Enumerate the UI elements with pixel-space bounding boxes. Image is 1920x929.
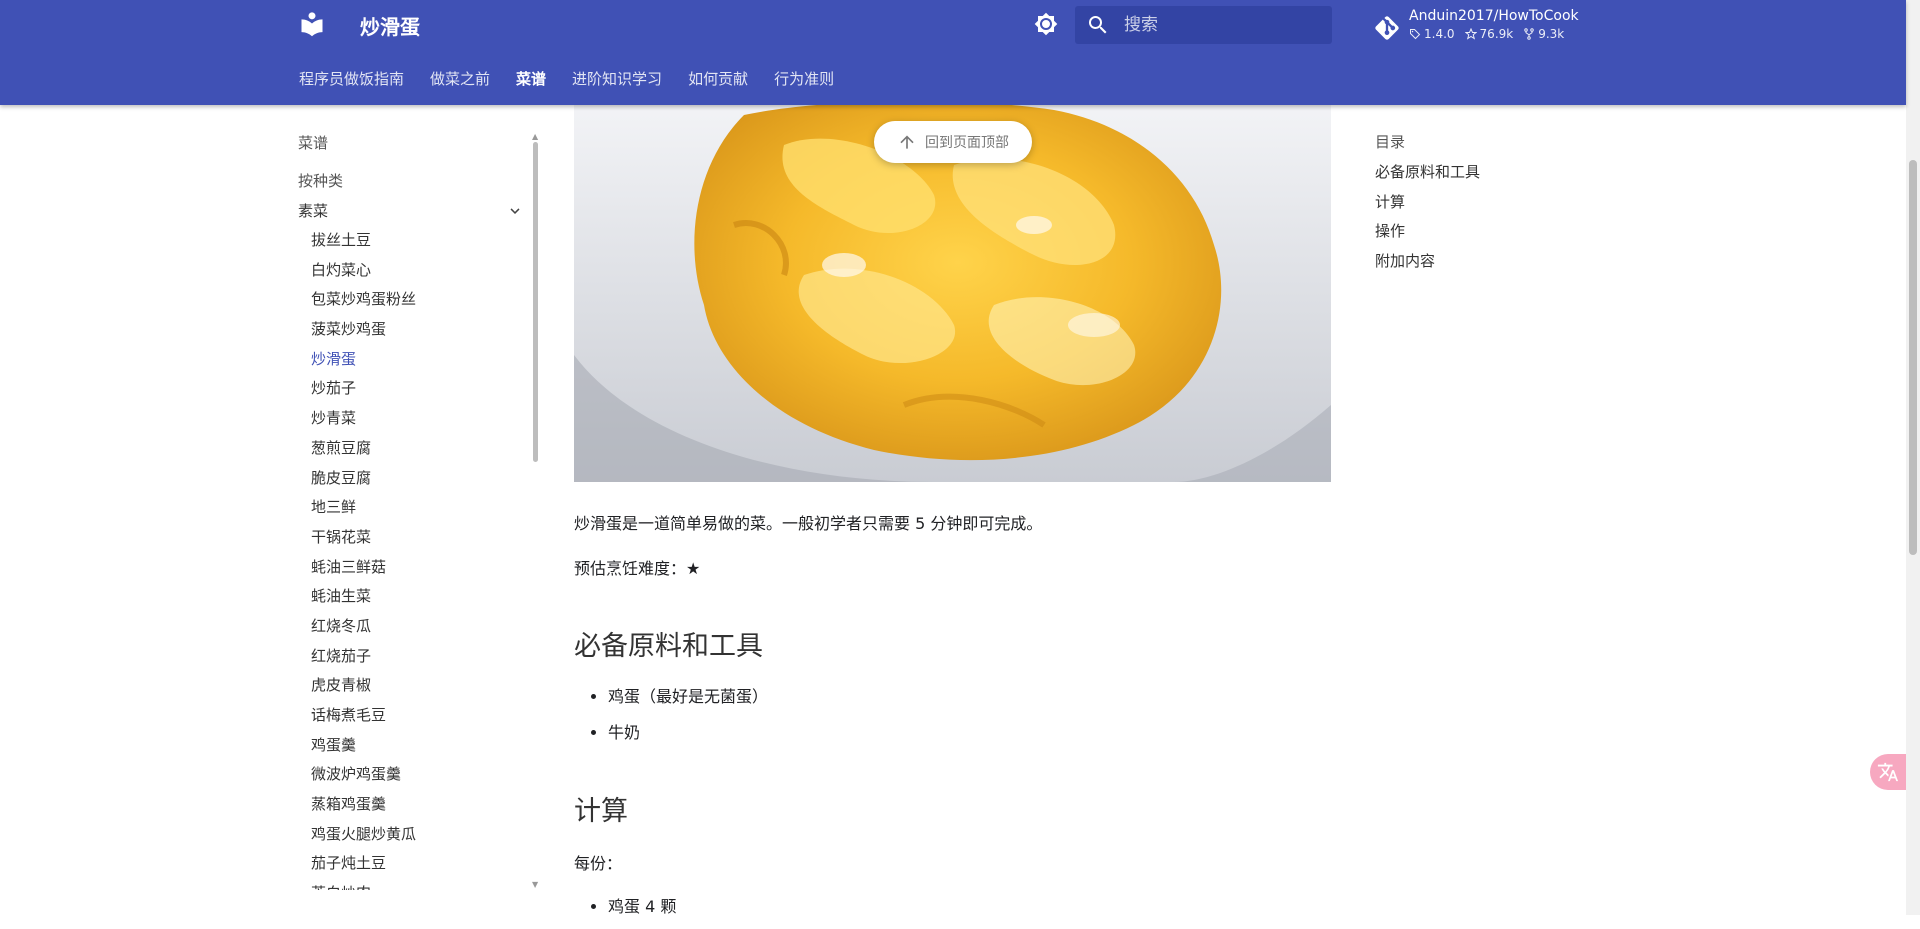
difficulty-paragraph: 预估烹饪难度：★	[574, 559, 701, 578]
repo-link[interactable]: Anduin2017/HowToCook 1.4.0 76.9k 9.3k	[1373, 6, 1579, 42]
sidebar-items: 拔丝土豆 白灼菜心 包菜炒鸡蛋粉丝 菠菜炒鸡蛋 炒滑蛋 炒茄子 炒青菜 葱煎豆腐 脆皮豆腐 地三鲜…	[311, 229, 416, 890]
sidebar-item[interactable]: 红烧茄子	[311, 645, 416, 675]
repo-name: Anduin2017/HowToCook	[1409, 8, 1579, 24]
sidebar-item[interactable]: 鸡蛋羹	[311, 734, 416, 764]
top-tabs: 程序员做饭指南 做菜之前 菜谱 进阶知识学习 如何贡献 行为准则	[299, 68, 834, 89]
per-serving-label: 每份：	[574, 854, 623, 873]
sidebar-item[interactable]: 茭白炒肉	[311, 882, 416, 890]
brightness-toggle-icon[interactable]	[1034, 12, 1058, 36]
star-icon	[1464, 28, 1477, 40]
back-to-top-label: 回到页面顶部	[925, 135, 1009, 151]
tag-icon	[1410, 29, 1421, 40]
sidebar-item[interactable]: 红烧冬瓜	[311, 615, 416, 645]
toc-item-operation[interactable]: 操作	[1375, 220, 1480, 250]
repo-version: 1.4.0	[1409, 27, 1455, 41]
list-item: 鸡蛋（最好是无菌蛋）	[608, 683, 768, 719]
repo-stars-text: 76.9k	[1479, 27, 1514, 41]
sidebar-nav: 菜谱 按种类 素菜 拔丝土豆 白灼菜心 包菜炒鸡蛋粉丝 菠菜炒鸡蛋 炒滑蛋 炒茄子 炒青菜葱…	[297, 125, 547, 890]
toc-item-ingredients[interactable]: 必备原料和工具	[1375, 161, 1480, 191]
ingredients-list: 鸡蛋（最好是无菌蛋） 牛奶	[574, 683, 768, 755]
arrow-up-icon	[900, 135, 914, 149]
git-icon	[1375, 16, 1399, 40]
sidebar-scroll-up-icon[interactable]: ▲	[532, 132, 538, 141]
search-icon	[1089, 16, 1107, 34]
sidebar-item[interactable]: 蒸箱鸡蛋羹	[311, 793, 416, 823]
back-to-top-button[interactable]: 回到页面顶部	[874, 121, 1032, 163]
translate-icon	[1877, 762, 1899, 782]
sidebar-item[interactable]: 蚝油三鲜菇	[311, 556, 416, 586]
sidebar-item[interactable]: 炒滑蛋	[311, 348, 416, 378]
header-bar: 炒滑蛋 Anduin2017/HowToCook 1.4.0 76.9k	[0, 0, 1906, 105]
sidebar-title: 菜谱	[298, 134, 329, 152]
toc-item-extra[interactable]: 附加内容	[1375, 250, 1480, 280]
site-title: 炒滑蛋	[360, 15, 420, 39]
tab-advanced-learning[interactable]: 进阶知识学习	[572, 68, 662, 89]
sidebar-item[interactable]: 虎皮青椒	[311, 674, 416, 704]
book-logo-icon[interactable]	[298, 10, 326, 38]
sidebar-item[interactable]: 蚝油生菜	[311, 585, 416, 615]
page-scrollbar[interactable]	[1909, 160, 1917, 555]
calculation-list: 鸡蛋 4 颗	[574, 893, 676, 929]
tab-recipes[interactable]: 菜谱	[516, 68, 546, 89]
list-item: 鸡蛋 4 颗	[608, 893, 676, 929]
sidebar-item[interactable]: 菠菜炒鸡蛋	[311, 318, 416, 348]
repo-version-text: 1.4.0	[1424, 27, 1455, 41]
sidebar-scrollbar[interactable]	[533, 142, 538, 462]
sidebar-group-label: 素菜	[298, 202, 329, 220]
search-input[interactable]	[1122, 14, 1316, 36]
fork-icon	[1524, 28, 1534, 40]
sidebar-item[interactable]: 鸡蛋火腿炒黄瓜	[311, 823, 416, 853]
tab-code-of-conduct[interactable]: 行为准则	[774, 68, 834, 89]
sidebar-item[interactable]: 拔丝土豆	[311, 229, 416, 259]
sidebar-item[interactable]: 微波炉鸡蛋羹	[311, 763, 416, 793]
toc-title: 目录	[1375, 133, 1406, 151]
sidebar-item[interactable]: 白灼菜心	[311, 259, 416, 289]
sidebar-item[interactable]: 地三鲜	[311, 496, 416, 526]
sidebar-item[interactable]: 干锅花菜	[311, 526, 416, 556]
sidebar-item[interactable]: 炒青菜	[311, 407, 416, 437]
sidebar-section-by-type[interactable]: 按种类	[298, 170, 343, 191]
search-box[interactable]	[1075, 6, 1332, 44]
sidebar-item[interactable]: 脆皮豆腐	[311, 467, 416, 497]
tab-how-to-contribute[interactable]: 如何贡献	[688, 68, 748, 89]
sidebar-item[interactable]: 话梅煮毛豆	[311, 704, 416, 734]
ingredients-heading: 必备原料和工具	[574, 631, 763, 662]
sidebar-item[interactable]: 茄子炖土豆	[311, 852, 416, 882]
intro-paragraph: 炒滑蛋是一道简单易做的菜。一般初学者只需要 5 分钟即可完成。	[574, 514, 1043, 533]
sidebar-item[interactable]: 葱煎豆腐	[311, 437, 416, 467]
translate-button[interactable]	[1870, 754, 1906, 790]
list-item: 牛奶	[608, 719, 768, 755]
sidebar-item[interactable]: 炒茄子	[311, 377, 416, 407]
chevron-down-icon	[510, 207, 520, 214]
sidebar-group-vegetarian[interactable]: 素菜	[298, 200, 524, 221]
table-of-contents: 目录 必备原料和工具 计算 操作 附加内容	[1375, 131, 1480, 279]
calculation-heading: 计算	[574, 796, 628, 827]
sidebar-scroll-down-icon[interactable]: ▼	[532, 880, 538, 889]
repo-forks: 9.3k	[1523, 27, 1564, 41]
tab-programmer-cooking-guide[interactable]: 程序员做饭指南	[299, 68, 404, 89]
toc-item-calculation[interactable]: 计算	[1375, 191, 1480, 221]
repo-stars: 76.9k	[1464, 27, 1514, 41]
sidebar-item[interactable]: 包菜炒鸡蛋粉丝	[311, 288, 416, 318]
tab-before-cooking[interactable]: 做菜之前	[430, 68, 490, 89]
repo-forks-text: 9.3k	[1538, 27, 1565, 41]
